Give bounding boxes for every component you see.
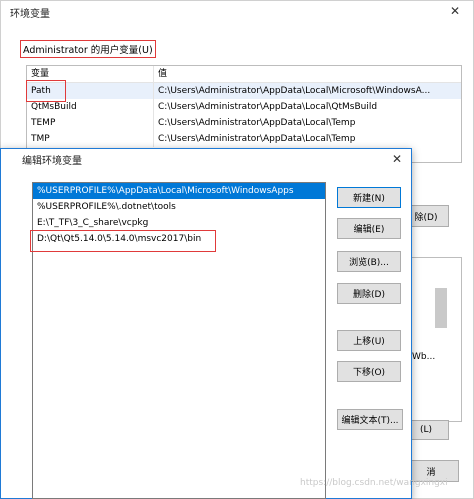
edit-text-button[interactable]: 编辑文本(T)...	[337, 409, 403, 430]
close-icon[interactable]: ✕	[384, 149, 410, 169]
table-row[interactable]: TEMP C:\Users\Administrator\AppData\Loca…	[27, 115, 461, 131]
table-row[interactable]: Path C:\Users\Administrator\AppData\Loca…	[27, 83, 461, 99]
variable-value: C:\Users\Administrator\AppData\Local\Tem…	[158, 134, 356, 144]
browse-button[interactable]: 浏览(B)...	[337, 251, 401, 272]
move-up-button[interactable]: 上移(U)	[337, 330, 401, 351]
edit-dialog-title: 编辑环境变量	[22, 156, 82, 167]
variable-value: C:\Users\Administrator\AppData\Local\Tem…	[158, 118, 356, 128]
variable-value: C:\Users\Administrator\AppData\Local\QtM…	[158, 102, 378, 112]
qt-bin-highlight-box	[30, 230, 216, 252]
move-down-button[interactable]: 下移(O)	[337, 361, 401, 382]
variable-name: TMP	[27, 131, 154, 147]
list-item[interactable]: %USERPROFILE%\AppData\Local\Microsoft\Wi…	[33, 183, 325, 199]
system-variable-value: Wb...	[412, 352, 436, 362]
close-icon[interactable]: ✕	[442, 0, 468, 22]
watermark-text: https://blog.csdn.net/wangxingxi	[300, 478, 448, 488]
variable-name: TEMP	[27, 115, 154, 131]
environment-variables-title: 环境变量	[10, 9, 50, 20]
table-row[interactable]: TMP C:\Users\Administrator\AppData\Local…	[27, 131, 461, 147]
user-variables-group-label: Administrator 的用户变量(U)	[20, 40, 156, 58]
table-row[interactable]: QtMsBuild C:\Users\Administrator\AppData…	[27, 99, 461, 115]
system-variables-scrollbar[interactable]	[435, 288, 447, 328]
edit-button[interactable]: 编辑(E)	[337, 218, 401, 239]
list-item[interactable]: E:\T_TF\3_C_share\vcpkg	[33, 215, 325, 231]
new-button[interactable]: 新建(N)	[337, 187, 401, 208]
list-item[interactable]: %USERPROFILE%\.dotnet\tools	[33, 199, 325, 215]
table-header: 变量 值	[27, 66, 461, 83]
variable-value: C:\Users\Administrator\AppData\Local\Mic…	[158, 86, 431, 96]
delete-button[interactable]: 删除(D)	[337, 283, 401, 304]
column-header-value[interactable]: 值	[154, 66, 461, 82]
path-highlight-box	[26, 80, 66, 102]
